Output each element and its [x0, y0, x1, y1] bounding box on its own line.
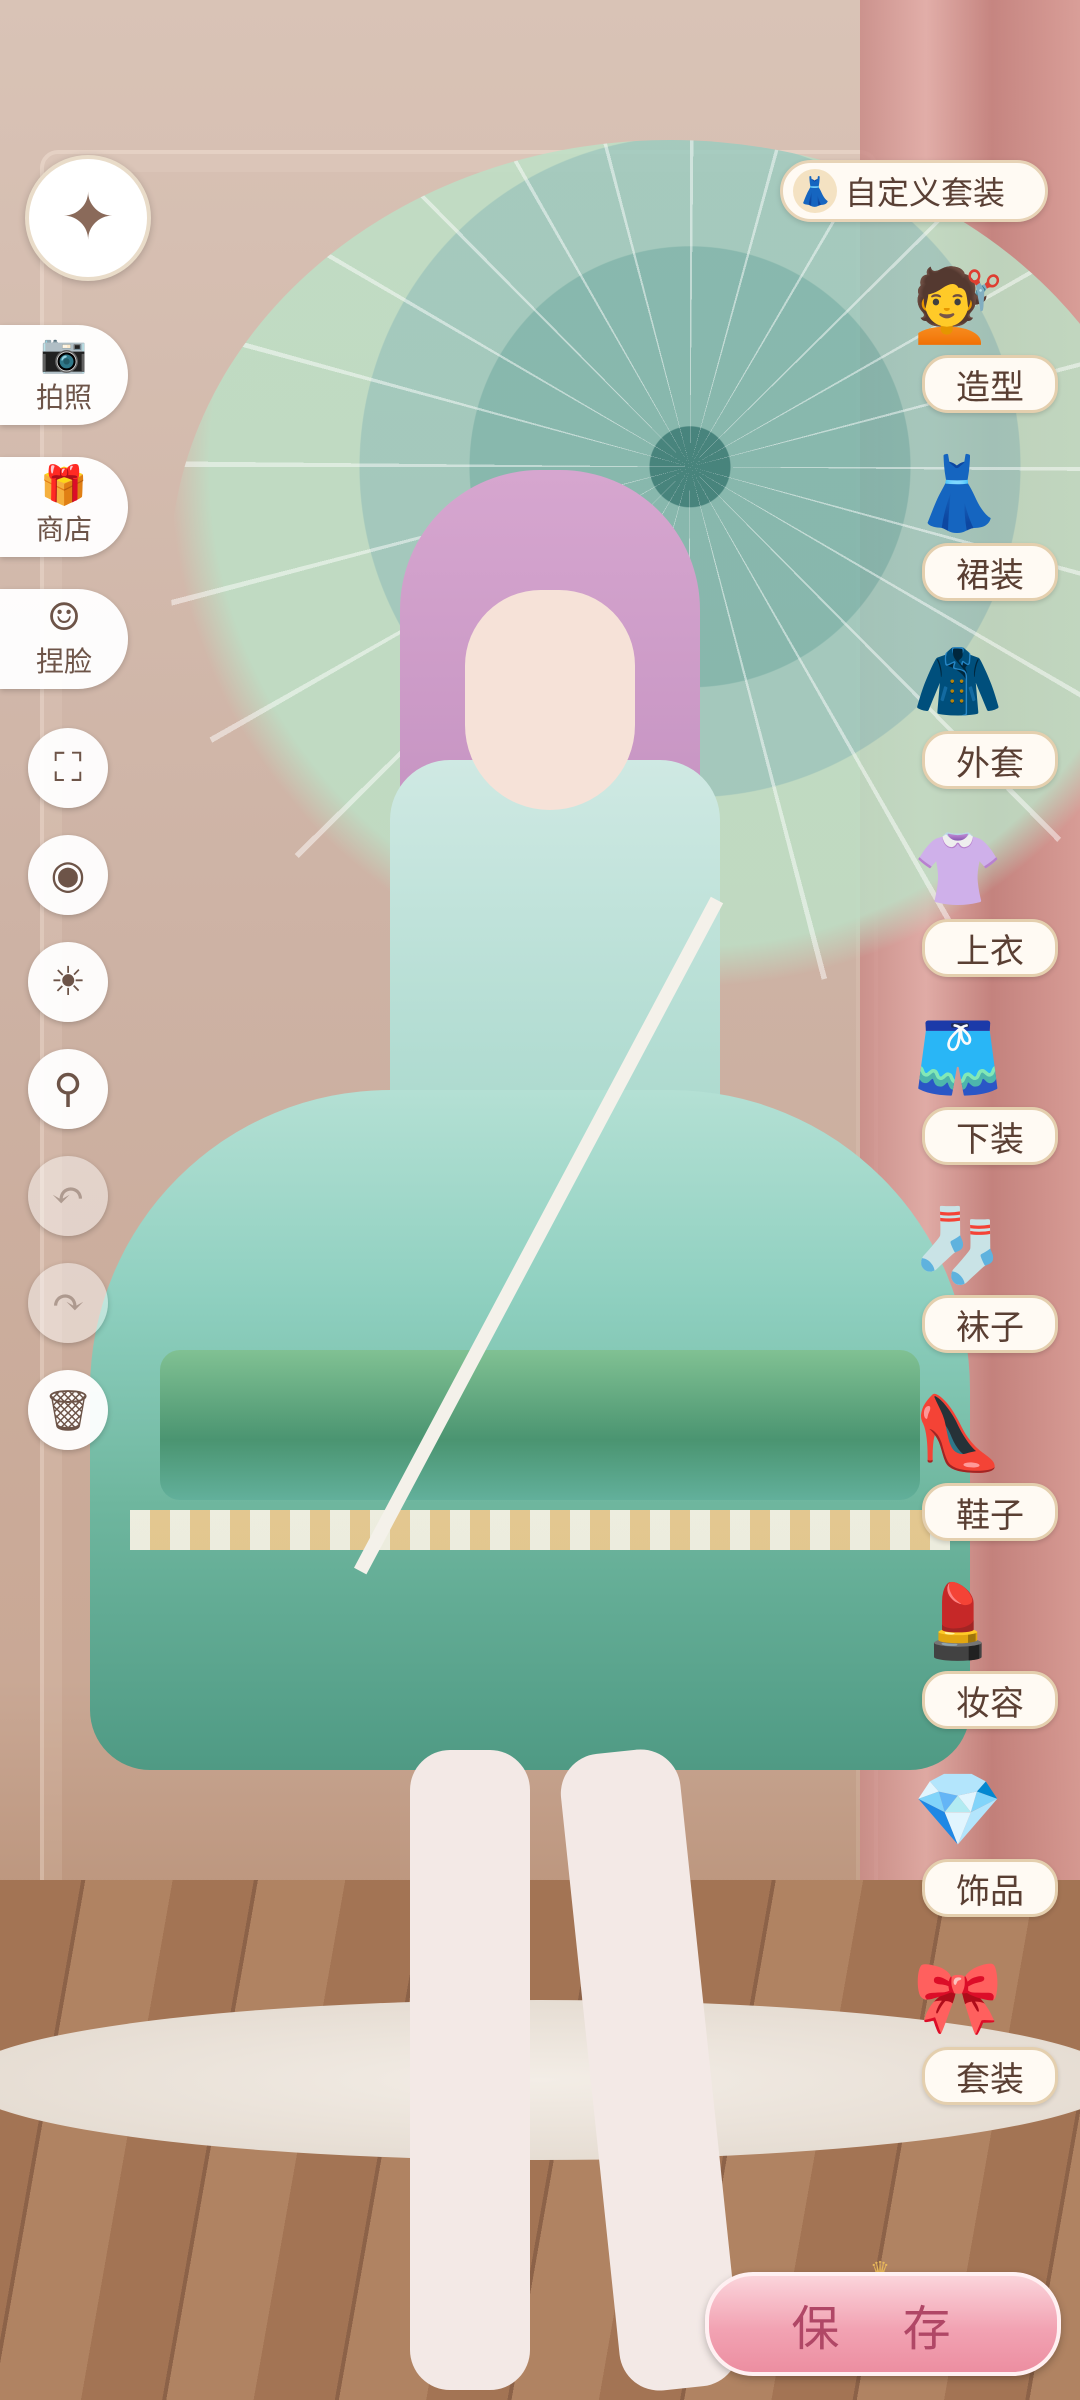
- zoom-icon: ⚲: [53, 1066, 83, 1112]
- delete-button[interactable]: 🗑: [28, 1370, 108, 1450]
- custom-outfit-label: 自定义套装: [845, 174, 1006, 212]
- category-dress-label: 裙装: [922, 543, 1058, 601]
- category-coat[interactable]: 🧥 外套: [868, 621, 1058, 801]
- undo-icon: ↶: [51, 1173, 85, 1219]
- shoes-icon: 👠: [913, 1390, 1003, 1475]
- back-button[interactable]: ✦: [25, 155, 151, 281]
- socks-icon: 🧦: [913, 1202, 1003, 1287]
- redo-button[interactable]: ↷: [28, 1263, 108, 1343]
- photo-label: 拍照: [35, 381, 92, 414]
- category-outfit-label: 套装: [922, 2047, 1058, 2105]
- category-makeup[interactable]: 💄 妆容: [868, 1561, 1058, 1741]
- face-icon: ☺: [46, 595, 82, 639]
- accessory-icon: 💎: [913, 1766, 1003, 1851]
- trash-icon: 🗑: [42, 1387, 94, 1434]
- category-socks[interactable]: 🧦 袜子: [868, 1185, 1058, 1365]
- hide-ui-button[interactable]: ◉: [28, 835, 108, 915]
- fullscreen-button[interactable]: ⛶: [28, 728, 108, 808]
- category-accessory[interactable]: 💎 饰品: [868, 1749, 1058, 1929]
- ui-overlay: ✦ 📷 拍照 🎁 商店 ☺ 捏脸 ⛶ ◉ ☀ ⚲ ↶ ↷ 🗑 👗 自定义套装 💇…: [0, 0, 1080, 2400]
- category-shoes-label: 鞋子: [922, 1483, 1058, 1541]
- makeup-icon: 💄: [913, 1578, 1003, 1663]
- category-outfit[interactable]: 🎀 套装: [868, 1937, 1058, 2117]
- shop-button[interactable]: 🎁 商店: [0, 457, 128, 557]
- light-icon: ☀: [50, 959, 86, 1005]
- zoom-button[interactable]: ⚲: [28, 1049, 108, 1129]
- category-top[interactable]: 👚 上衣: [868, 809, 1058, 989]
- eye-icon: ◉: [50, 852, 86, 898]
- shop-icon: 🎁: [40, 463, 88, 507]
- category-hairstyle-label: 造型: [922, 355, 1058, 413]
- category-top-label: 上衣: [922, 919, 1058, 977]
- category-accessory-label: 饰品: [922, 1859, 1058, 1917]
- redo-icon: ↷: [51, 1280, 85, 1326]
- coat-icon: 🧥: [913, 638, 1003, 723]
- category-coat-label: 外套: [922, 731, 1058, 789]
- photo-button[interactable]: 📷 拍照: [0, 325, 128, 425]
- back-star-icon: ✦: [61, 181, 115, 255]
- fullscreen-icon: ⛶: [54, 745, 82, 791]
- custom-outfit-button[interactable]: 👗 自定义套装: [780, 160, 1048, 222]
- category-shoes[interactable]: 👠 鞋子: [868, 1373, 1058, 1553]
- hairstyle-icon: 💇: [913, 262, 1003, 347]
- face-edit-label: 捏脸: [35, 645, 92, 678]
- dress-icon: 👗: [913, 450, 1003, 535]
- top-icon: 👚: [913, 826, 1003, 911]
- dress-icon: 👗: [793, 169, 837, 213]
- category-bottom[interactable]: 🩳 下装: [868, 997, 1058, 1177]
- category-makeup-label: 妆容: [922, 1671, 1058, 1729]
- lighting-button[interactable]: ☀: [28, 942, 108, 1022]
- camera-icon: 📷: [40, 331, 88, 375]
- skirt-icon: 🩳: [913, 1014, 1003, 1099]
- shop-label: 商店: [35, 513, 92, 546]
- category-socks-label: 袜子: [922, 1295, 1058, 1353]
- category-hairstyle[interactable]: 💇 造型: [868, 245, 1058, 425]
- outfit-icon: 🎀: [913, 1954, 1003, 2039]
- save-button[interactable]: 保 存: [705, 2272, 1061, 2376]
- category-bottom-label: 下装: [922, 1107, 1058, 1165]
- face-edit-button[interactable]: ☺ 捏脸: [0, 589, 128, 689]
- undo-button[interactable]: ↶: [28, 1156, 108, 1236]
- category-dress[interactable]: 👗 裙装: [868, 433, 1058, 613]
